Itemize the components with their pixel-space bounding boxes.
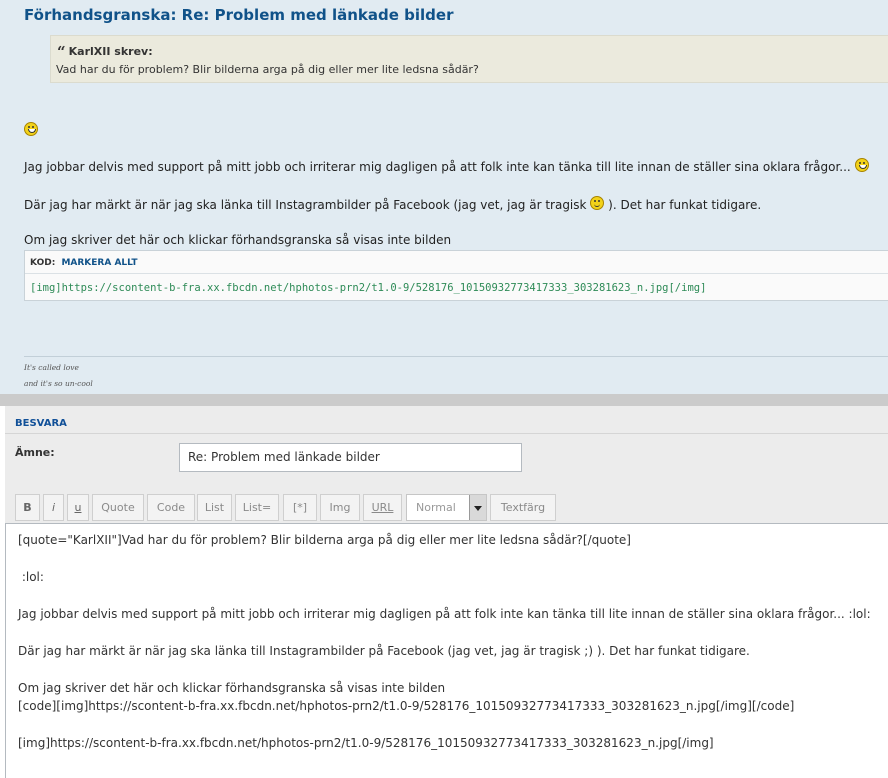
preview-paragraph-text: ). Det har funkat tidigare. (608, 198, 762, 212)
font-size-select[interactable]: Normal (406, 494, 487, 521)
message-line: Jag jobbar delvis med support på mitt jo… (18, 607, 871, 621)
font-size-value: Normal (416, 501, 456, 514)
subject-label: Ämne: (15, 446, 55, 459)
list-button[interactable]: List (197, 494, 232, 521)
subject-input[interactable]: Re: Problem med länkade bilder (179, 443, 522, 472)
select-all-link[interactable]: MARKERA ALLT (61, 258, 137, 268)
message-line: [img]https://scontent-b-fra.xx.fbcdn.net… (18, 736, 714, 750)
code-header: KOD: MARKERA ALLT (30, 258, 138, 268)
underline-button[interactable]: u (67, 494, 89, 521)
preview-paragraph: Där jag har märkt är när jag ska länka t… (24, 196, 761, 212)
quote-author-name: KarlXII skrev: (68, 45, 153, 58)
section-divider (0, 394, 888, 406)
quote-button[interactable]: Quote (92, 494, 144, 521)
quote-block: “KarlXII skrev: Vad har du för problem? … (50, 35, 888, 83)
preview-title: Förhandsgranska: Re: Problem med länkade… (24, 6, 454, 24)
message-textarea[interactable]: [quote="KarlXII"]Vad har du för problem?… (5, 523, 888, 778)
message-line: :lol: (18, 570, 44, 584)
url-button[interactable]: URL (363, 494, 402, 521)
preview-paragraph: Jag jobbar delvis med support på mitt jo… (24, 158, 869, 174)
quote-text: Vad har du för problem? Blir bilderna ar… (56, 63, 479, 76)
message-line: [quote="KarlXII"]Vad har du för problem?… (18, 533, 631, 547)
list-item-button[interactable]: [*] (283, 494, 317, 521)
code-divider (25, 273, 888, 274)
chevron-down-icon[interactable] (469, 495, 486, 520)
code-label: KOD: (30, 258, 56, 268)
message-line: Om jag skriver det här och klickar förha… (18, 681, 446, 695)
preview-paragraph-text: Där jag har märkt är när jag ska länka t… (24, 198, 587, 212)
signature-line: It's called love (24, 363, 79, 372)
wink-smiley-icon (590, 196, 605, 210)
signature-line: and it's so un-cool (24, 379, 93, 388)
img-button[interactable]: Img (320, 494, 360, 521)
code-block: KOD: MARKERA ALLT [img]https://scontent-… (24, 250, 888, 301)
code-content: [img]https://scontent-b-fra.xx.fbcdn.net… (30, 282, 707, 294)
laughing-smiley-icon (854, 158, 869, 172)
reply-heading-divider (5, 433, 888, 434)
bold-button[interactable]: B (15, 494, 40, 521)
reply-heading: BESVARA (15, 418, 67, 429)
text-color-button[interactable]: Textfärg (490, 494, 556, 521)
signature-divider (24, 356, 888, 357)
message-line: Där jag har märkt är när jag ska länka t… (18, 644, 750, 658)
code-button[interactable]: Code (147, 494, 195, 521)
preview-paragraph: Om jag skriver det här och klickar förha… (24, 233, 452, 247)
laughing-smiley-icon (24, 120, 38, 139)
italic-button[interactable]: i (43, 494, 64, 521)
preview-paragraph-text: Jag jobbar delvis med support på mitt jo… (24, 160, 851, 174)
message-line: [code][img]https://scontent-b-fra.xx.fbc… (18, 699, 795, 713)
quote-mark-icon: “ (57, 43, 66, 61)
quote-author: “KarlXII skrev: (57, 43, 153, 61)
post-preview: Förhandsgranska: Re: Problem med länkade… (0, 0, 888, 394)
ordered-list-button[interactable]: List= (235, 494, 279, 521)
